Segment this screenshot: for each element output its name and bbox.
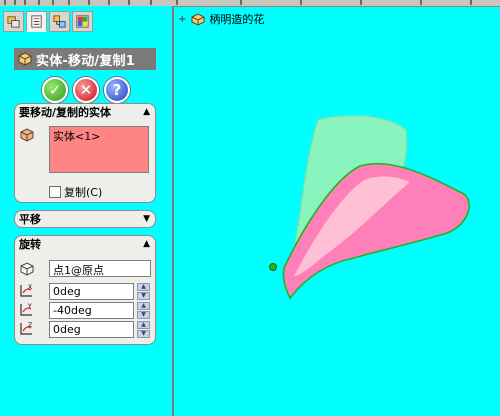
part-icon bbox=[191, 13, 205, 26]
property-manager-icon bbox=[31, 15, 42, 28]
y-rotation-input[interactable]: -40deg bbox=[49, 302, 134, 319]
graphics-viewport[interactable] bbox=[174, 30, 500, 416]
checkbox-box[interactable] bbox=[49, 186, 61, 198]
spin-up-icon[interactable]: ▲ bbox=[137, 283, 150, 291]
x-axis-rotation-icon: X bbox=[20, 284, 32, 297]
rotate-group-title: 旋转 bbox=[19, 238, 41, 251]
chevron-down-icon[interactable]: ▼ bbox=[143, 214, 150, 224]
x-rotation-row: X bbox=[18, 283, 34, 299]
translate-group-header[interactable]: 平移 ▼ bbox=[15, 211, 155, 227]
list-item[interactable]: 实体<1> bbox=[53, 128, 145, 144]
action-buttons: ✓ ✕ ? bbox=[42, 77, 135, 103]
z-axis-rotation-icon: Z bbox=[20, 322, 32, 335]
x-rotation-spinner[interactable]: ▲ ▼ bbox=[137, 283, 150, 300]
appearance-icon bbox=[76, 15, 89, 28]
bodies-group-title: 要移动/复制的实体 bbox=[19, 106, 112, 119]
close-icon: ✕ bbox=[79, 81, 93, 99]
x-rotation-input[interactable]: 0deg bbox=[49, 283, 134, 300]
manager-tabs bbox=[3, 11, 95, 35]
z-rotation-spinner[interactable]: ▲ ▼ bbox=[137, 321, 150, 338]
chevron-up-icon[interactable]: ▲ bbox=[143, 239, 150, 249]
svg-text:Y: Y bbox=[27, 303, 32, 310]
copy-checkbox-label: 复制(C) bbox=[64, 186, 103, 199]
y-rotation-row: Y bbox=[18, 302, 34, 318]
part-name[interactable]: 柄明造的花 bbox=[209, 11, 264, 27]
tab-appearance-manager[interactable] bbox=[72, 11, 93, 32]
rotate-group: 旋转 ▲ 点1@原点 X 0deg ▲ ▼ Y -40deg ▲ ▼ Z 0de… bbox=[14, 235, 156, 345]
copy-checkbox[interactable]: 复制(C) bbox=[49, 184, 102, 200]
selected-bodies-list[interactable]: 实体<1> bbox=[49, 126, 149, 173]
spin-down-icon[interactable]: ▼ bbox=[137, 311, 150, 319]
rotation-reference-field[interactable]: 点1@原点 bbox=[49, 260, 151, 277]
feature-tree-flyout: + 柄明造的花 bbox=[178, 11, 264, 27]
cancel-button[interactable]: ✕ bbox=[73, 77, 99, 103]
y-axis-rotation-icon: Y bbox=[20, 303, 32, 316]
z-rotation-input[interactable]: 0deg bbox=[49, 321, 134, 338]
spin-up-icon[interactable]: ▲ bbox=[137, 302, 150, 310]
spin-down-icon[interactable]: ▼ bbox=[137, 330, 150, 338]
tab-feature-manager[interactable] bbox=[3, 11, 24, 32]
help-icon: ? bbox=[112, 81, 122, 99]
translate-group: 平移 ▼ bbox=[14, 210, 156, 228]
z-rotation-row: Z bbox=[18, 321, 34, 337]
spin-down-icon[interactable]: ▼ bbox=[137, 292, 150, 300]
feature-title: 实体-移动/复制1 bbox=[36, 53, 135, 69]
origin-point-marker[interactable] bbox=[269, 263, 277, 271]
move-copy-body-icon bbox=[18, 52, 32, 66]
solid-body-icon bbox=[20, 128, 34, 142]
svg-text:X: X bbox=[28, 284, 32, 291]
help-button[interactable]: ? bbox=[104, 77, 130, 103]
tab-configuration-manager[interactable] bbox=[49, 11, 70, 32]
bodies-group-header[interactable]: 要移动/复制的实体 ▲ bbox=[15, 104, 155, 120]
bodies-to-move-group: 要移动/复制的实体 ▲ 实体<1> 复制(C) bbox=[14, 103, 156, 203]
rotation-reference-row bbox=[18, 260, 36, 278]
tab-property-manager[interactable] bbox=[26, 11, 47, 32]
chevron-up-icon[interactable]: ▲ bbox=[143, 107, 150, 117]
expand-icon[interactable]: + bbox=[178, 14, 186, 25]
feature-tree-icon bbox=[7, 16, 20, 28]
y-rotation-spinner[interactable]: ▲ ▼ bbox=[137, 302, 150, 319]
ok-button[interactable]: ✓ bbox=[42, 77, 68, 103]
translate-group-title: 平移 bbox=[19, 213, 41, 226]
svg-text:Z: Z bbox=[28, 322, 32, 329]
configuration-icon bbox=[53, 15, 66, 28]
reference-point-icon bbox=[20, 262, 34, 276]
spin-up-icon[interactable]: ▲ bbox=[137, 321, 150, 329]
rotate-group-header[interactable]: 旋转 ▲ bbox=[15, 236, 155, 252]
feature-title-bar: 实体-移动/复制1 bbox=[14, 48, 156, 70]
checkmark-icon: ✓ bbox=[48, 81, 62, 99]
property-manager-panel: 实体-移动/复制1 ✓ ✕ ? 要移动/复制的实体 ▲ 实体<1> 复制(C) bbox=[0, 6, 174, 416]
